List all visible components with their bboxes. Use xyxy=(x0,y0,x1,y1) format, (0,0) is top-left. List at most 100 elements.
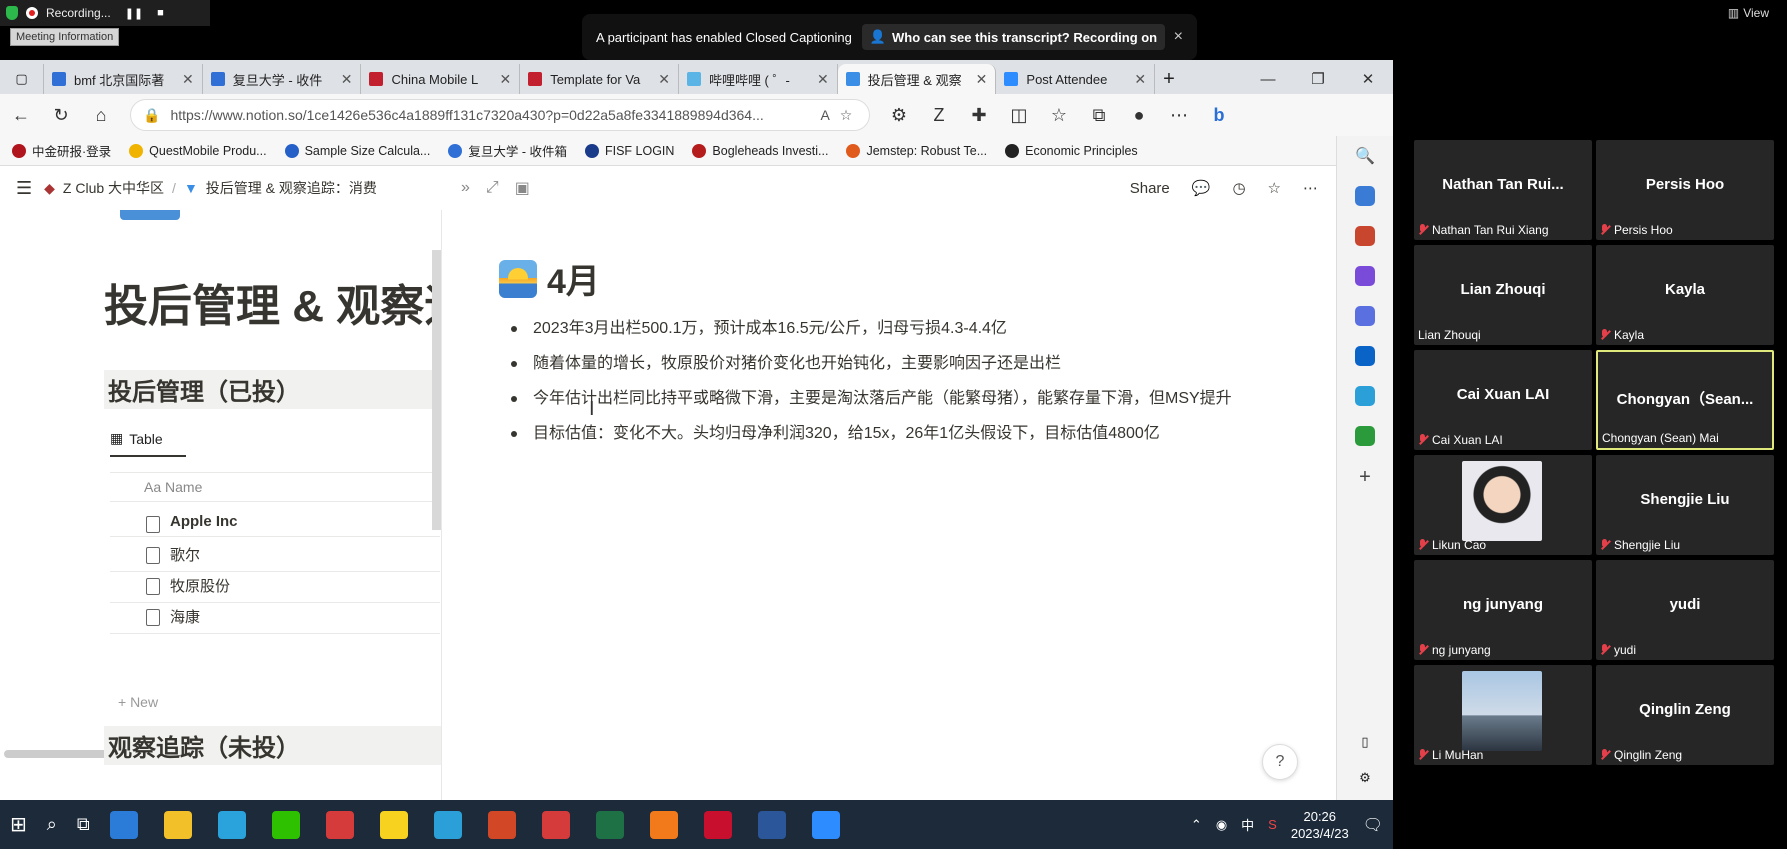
more-options-icon[interactable]: ⋯ xyxy=(1303,179,1318,197)
edge-icon[interactable] xyxy=(433,810,462,839)
bookmark-item[interactable]: FISF LOGIN xyxy=(584,143,674,158)
browser-tab[interactable]: 哔哩哔哩 ( ゜- ✕ xyxy=(679,64,838,94)
table-row[interactable]: 海康 xyxy=(110,600,440,634)
stop-recording-icon[interactable]: ■ xyxy=(157,7,164,19)
help-button[interactable]: ? xyxy=(1262,744,1298,780)
bookmark-item[interactable]: 中金研报·登录 xyxy=(12,141,111,160)
word-icon[interactable] xyxy=(757,810,786,839)
puzzle-icon[interactable]: ✚ xyxy=(968,105,990,126)
favorite-icon[interactable]: ☆ xyxy=(1268,179,1281,197)
send-icon[interactable] xyxy=(1355,386,1375,406)
read-aloud-icon[interactable]: A xyxy=(820,107,829,123)
breadcrumb-page[interactable]: 投后管理 & 观察追踪：消费 xyxy=(206,178,377,198)
wps-icon[interactable] xyxy=(325,810,354,839)
acrobat-icon[interactable] xyxy=(703,810,732,839)
zotero-icon[interactable]: Z xyxy=(928,105,950,126)
bookmark-item[interactable]: Economic Principles xyxy=(1005,143,1138,158)
participant-tile[interactable]: Chongyan（Sean... Chongyan (Sean) Mai xyxy=(1596,350,1774,450)
games-icon[interactable] xyxy=(1355,266,1375,286)
vertical-scrollbar[interactable] xyxy=(432,250,441,530)
close-peek-icon[interactable]: » xyxy=(461,179,470,197)
browser-tab[interactable]: 复旦大学 - 收件 ✕ xyxy=(203,64,362,94)
browser-tab[interactable]: 投后管理 & 观察 ✕ xyxy=(837,64,997,94)
file-explorer-icon[interactable] xyxy=(163,810,192,839)
task-view-icon[interactable]: ⧉ xyxy=(77,814,90,835)
more-menu-icon[interactable]: ⋯ xyxy=(1168,105,1190,126)
tree-icon[interactable] xyxy=(1355,426,1375,446)
bullet-item[interactable]: 2023年3月出栏500.1万，预计成本16.5元/公斤，归母亏损4.3-4.4… xyxy=(505,316,1265,341)
sidebar-toggle-icon[interactable]: ▯ xyxy=(1361,734,1368,750)
excel-icon[interactable] xyxy=(595,810,624,839)
windows-start-icon[interactable]: ⊞ xyxy=(10,812,27,837)
side-peek-icon[interactable]: ▣ xyxy=(515,178,530,198)
favorites-icon[interactable]: ☆ xyxy=(1048,105,1070,126)
tools-icon[interactable] xyxy=(1355,226,1375,246)
comment-icon[interactable]: 💬 xyxy=(1192,179,1211,197)
browser-tab[interactable]: China Mobile L ✕ xyxy=(361,64,521,94)
chevron-up-icon[interactable]: ⌃ xyxy=(1191,817,1202,833)
participant-tile[interactable]: Nathan Tan Rui... Nathan Tan Rui Xiang xyxy=(1414,140,1592,240)
settings-icon[interactable]: ⚙ xyxy=(1359,770,1371,786)
bing-icon[interactable]: b xyxy=(1208,105,1230,126)
browser-tab[interactable]: Post Attendee ✕ xyxy=(996,64,1156,94)
participant-tile[interactable]: Shengjie Liu Shengjie Liu xyxy=(1596,455,1774,555)
restore-button[interactable]: ❐ xyxy=(1293,70,1343,88)
bookmark-item[interactable]: QuestMobile Produ... xyxy=(129,143,267,158)
split-screen-icon[interactable]: ◫ xyxy=(1008,105,1030,126)
view-button[interactable]: ▥ View xyxy=(1728,6,1769,20)
url-input[interactable]: 🔒 https://www.notion.so/1ce1426e536c4a18… xyxy=(130,99,870,131)
new-row-button[interactable]: + New xyxy=(118,694,158,710)
office-icon[interactable] xyxy=(1355,306,1375,326)
refresh-icon[interactable]: ↻ xyxy=(50,105,72,126)
name-column-header[interactable]: Aa Name xyxy=(110,472,440,502)
share-button[interactable]: Share xyxy=(1130,180,1170,197)
close-tab-icon[interactable]: ✕ xyxy=(1134,71,1146,88)
participant-tile[interactable]: Qinglin Zeng Qinglin Zeng xyxy=(1596,665,1774,765)
new-tab-button[interactable]: + xyxy=(1155,64,1183,94)
close-icon[interactable]: × xyxy=(1174,28,1183,46)
participant-tile[interactable]: ng junyang ng junyang xyxy=(1414,560,1592,660)
clock[interactable]: 20:26 2023/4/23 xyxy=(1291,808,1349,842)
close-tab-icon[interactable]: ✕ xyxy=(182,71,194,88)
participant-tile[interactable]: Persis Hoo Persis Hoo xyxy=(1596,140,1774,240)
wps-writer-icon[interactable] xyxy=(541,810,570,839)
notification-icon[interactable]: 🗨 xyxy=(1363,815,1383,835)
sogou-icon[interactable]: S xyxy=(1268,817,1277,832)
mail-icon[interactable] xyxy=(109,810,138,839)
minimize-button[interactable]: — xyxy=(1243,71,1293,88)
table-row[interactable]: Apple Inc xyxy=(110,507,440,537)
database-view-tab[interactable]: ▦ Table xyxy=(110,430,186,457)
participant-tile[interactable]: Li MuHan xyxy=(1414,665,1592,765)
powerpoint-icon[interactable] xyxy=(487,810,516,839)
participant-tile[interactable]: Kayla Kayla xyxy=(1596,245,1774,345)
bookmark-item[interactable]: Jemstep: Robust Te... xyxy=(846,143,987,158)
participant-tile[interactable]: Lian Zhouqi Lian Zhouqi xyxy=(1414,245,1592,345)
close-window-button[interactable]: ✕ xyxy=(1343,70,1393,88)
search-icon[interactable]: ⌕ xyxy=(47,814,57,835)
wechat-icon[interactable] xyxy=(271,810,300,839)
history-icon[interactable]: ◷ xyxy=(1232,179,1245,197)
browser-tab[interactable]: Template for Va ✕ xyxy=(520,64,679,94)
pause-recording-icon[interactable]: ❚❚ xyxy=(125,7,143,20)
back-icon[interactable]: ← xyxy=(10,105,32,126)
favorite-star-icon[interactable]: ☆ xyxy=(840,107,853,124)
sticky-notes-icon[interactable] xyxy=(379,810,408,839)
search-icon[interactable]: 🔍 xyxy=(1355,146,1375,166)
table-row[interactable]: 牧原股份 xyxy=(110,569,440,603)
bullet-item[interactable]: 今年估计出栏同比持平或略微下滑，主要是淘汰落后产能（能繁母猪），能繁存量下滑，但… xyxy=(505,386,1265,411)
ime-indicator[interactable]: 中 xyxy=(1241,815,1254,834)
close-tab-icon[interactable]: ✕ xyxy=(341,71,353,88)
network-icon[interactable]: ◉ xyxy=(1216,817,1227,833)
close-tab-icon[interactable]: ✕ xyxy=(817,71,829,88)
close-tab-icon[interactable]: ✕ xyxy=(976,71,988,88)
telegram-icon[interactable] xyxy=(217,810,246,839)
zoom-icon[interactable] xyxy=(811,810,840,839)
extension-icon[interactable]: ⚙ xyxy=(888,105,910,126)
sidebar-menu-icon[interactable]: ☰ xyxy=(16,178,32,199)
transcript-visibility-button[interactable]: 👤 Who can see this transcript? Recording… xyxy=(861,24,1166,50)
bullet-item[interactable]: 目标估值：变化不大。头均归母净利润320，给15x，26年1亿头假设下，目标估值… xyxy=(505,421,1265,446)
expand-icon[interactable]: ⤢ xyxy=(486,179,499,197)
shopping-icon[interactable] xyxy=(1355,186,1375,206)
close-tab-icon[interactable]: ✕ xyxy=(658,71,670,88)
bookmark-item[interactable]: Bogleheads Investi... xyxy=(692,143,828,158)
